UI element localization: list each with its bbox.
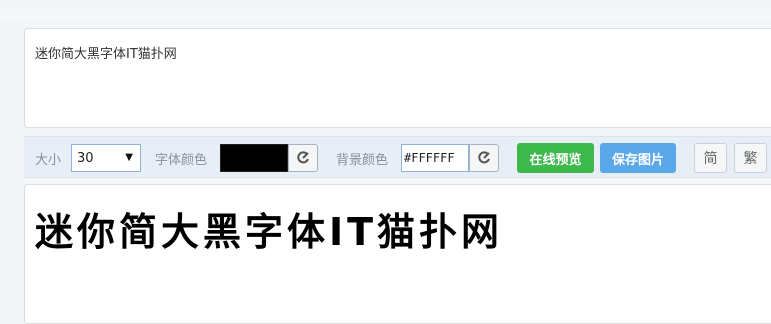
top-band bbox=[0, 0, 771, 20]
bg-color-picker-button[interactable] bbox=[469, 144, 499, 172]
bg-color-value: #FFFFFF bbox=[404, 151, 455, 165]
size-select[interactable]: 30 ▼ bbox=[71, 144, 141, 172]
bg-color-label: 背景颜色 bbox=[336, 153, 389, 168]
save-image-button[interactable]: 保存图片 bbox=[600, 143, 676, 173]
color-picker-icon bbox=[478, 151, 490, 164]
text-input[interactable]: 迷你简大黑字体IT猫扑网 bbox=[25, 29, 771, 127]
toolbar: 大小 30 ▼ 字体颜色 背景颜色 #FFFFFF 在线预览 保存图片 简 繁 bbox=[24, 136, 771, 178]
size-value: 30 bbox=[77, 151, 94, 166]
traditional-button[interactable]: 繁 bbox=[734, 143, 767, 173]
preview-panel: 迷你简大黑字体IT猫扑网 bbox=[24, 184, 771, 324]
font-color-swatch[interactable] bbox=[220, 144, 288, 172]
text-input-panel: 迷你简大黑字体IT猫扑网 bbox=[24, 28, 771, 128]
color-picker-icon bbox=[297, 151, 309, 164]
size-label: 大小 bbox=[35, 153, 62, 168]
dropdown-caret-icon: ▼ bbox=[125, 152, 133, 163]
font-color-picker-button[interactable] bbox=[288, 144, 318, 172]
preview-button[interactable]: 在线预览 bbox=[517, 143, 594, 173]
simplified-button[interactable]: 简 bbox=[694, 143, 727, 173]
preview-text: 迷你简大黑字体IT猫扑网 bbox=[35, 210, 504, 254]
bg-color-input[interactable]: #FFFFFF bbox=[401, 144, 469, 172]
font-color-label: 字体颜色 bbox=[155, 153, 208, 168]
